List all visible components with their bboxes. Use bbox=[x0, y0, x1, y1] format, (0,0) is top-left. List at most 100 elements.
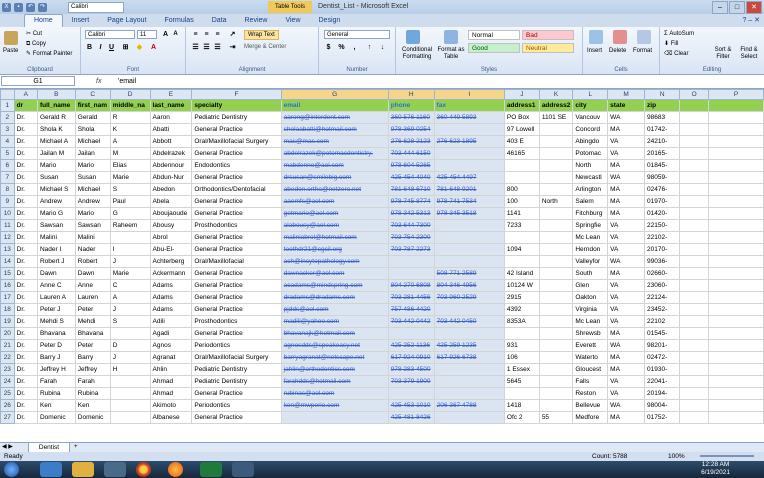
autosum-button[interactable]: Σ AutoSum bbox=[664, 30, 694, 38]
cell[interactable] bbox=[538, 303, 574, 316]
cell[interactable]: city bbox=[572, 99, 609, 112]
italic-button[interactable]: I bbox=[96, 43, 105, 52]
explorer-icon[interactable] bbox=[72, 462, 94, 477]
cell[interactable]: Falls bbox=[572, 375, 609, 388]
cell[interactable] bbox=[538, 123, 574, 136]
format-cells-icon[interactable] bbox=[637, 30, 651, 44]
cell[interactable]: VA bbox=[607, 387, 646, 400]
cell[interactable]: K bbox=[109, 123, 151, 136]
cell[interactable]: Rubina bbox=[74, 387, 111, 400]
indent-icon[interactable]: ⇥ bbox=[228, 43, 237, 52]
cell[interactable] bbox=[433, 327, 505, 340]
cell[interactable]: Abela bbox=[149, 195, 193, 208]
cell[interactable]: 97 Lowell bbox=[503, 123, 540, 136]
cell[interactable]: Orthodontics/Dentofacial bbox=[191, 183, 282, 196]
cell[interactable]: zip bbox=[644, 99, 681, 112]
cell[interactable]: pjdds@aol.com bbox=[280, 303, 389, 316]
cell[interactable] bbox=[503, 231, 540, 244]
column-header[interactable]: H bbox=[387, 89, 435, 100]
row-header[interactable]: 8 bbox=[0, 183, 15, 196]
cell[interactable] bbox=[109, 411, 151, 424]
row-header[interactable]: 27 bbox=[0, 411, 15, 424]
cell[interactable]: Prosthodontics bbox=[191, 315, 282, 328]
cell[interactable]: Susan bbox=[36, 171, 76, 184]
cell[interactable]: Andrew bbox=[74, 195, 111, 208]
cell[interactable] bbox=[538, 399, 574, 412]
cell[interactable] bbox=[109, 387, 151, 400]
cell[interactable]: 978 741 7534 bbox=[433, 195, 505, 208]
cell[interactable] bbox=[679, 207, 710, 220]
cell[interactable]: Mehdi S bbox=[36, 315, 76, 328]
cell[interactable] bbox=[708, 315, 764, 328]
cell[interactable]: Abu-El- bbox=[149, 243, 193, 256]
align-right-icon[interactable]: ☰ bbox=[213, 43, 222, 52]
cell[interactable] bbox=[109, 231, 151, 244]
cell[interactable]: Virginia bbox=[572, 303, 609, 316]
cell[interactable] bbox=[708, 219, 764, 232]
cell[interactable]: rubinas@aol.com bbox=[280, 387, 389, 400]
excel-taskbar-icon[interactable] bbox=[200, 462, 222, 477]
cell[interactable]: General Practice bbox=[191, 327, 282, 340]
cell[interactable]: VA bbox=[607, 147, 646, 160]
cell[interactable]: Marie bbox=[109, 171, 151, 184]
cell[interactable]: Everett bbox=[572, 339, 609, 352]
cell[interactable]: Lauren A bbox=[36, 291, 76, 304]
cell[interactable]: Abdelrazek bbox=[149, 147, 193, 160]
cell[interactable]: J bbox=[109, 255, 151, 268]
cell[interactable]: 98683 bbox=[644, 111, 681, 124]
zoom-level[interactable]: 100% bbox=[668, 452, 685, 461]
merge-center-button[interactable]: Merge & Center bbox=[244, 43, 286, 51]
excel-logo-icon[interactable]: X bbox=[2, 2, 11, 12]
cell[interactable]: MA bbox=[607, 195, 646, 208]
cell[interactable]: Shola bbox=[74, 123, 111, 136]
cell[interactable]: 703 442 0450 bbox=[433, 315, 505, 328]
cell[interactable]: Concord bbox=[572, 123, 609, 136]
cell[interactable]: farahdds@hotmail.com bbox=[280, 375, 389, 388]
cell[interactable]: Dr. bbox=[13, 375, 38, 388]
cell[interactable]: Mario bbox=[36, 159, 76, 172]
cell[interactable]: Bhavana bbox=[36, 327, 76, 340]
cell[interactable]: Newcastl bbox=[572, 171, 609, 184]
fill-button[interactable]: ⬇ Fill bbox=[664, 40, 678, 48]
cell[interactable]: 425 454 4497 bbox=[433, 171, 505, 184]
cell[interactable]: Malini bbox=[36, 231, 76, 244]
cell[interactable]: Endodontics bbox=[191, 159, 282, 172]
cell[interactable]: 42 Island bbox=[503, 267, 540, 280]
cell[interactable]: Dr. bbox=[13, 243, 38, 256]
cell[interactable] bbox=[503, 387, 540, 400]
cell[interactable]: Dr. bbox=[13, 351, 38, 364]
cell[interactable]: 55 bbox=[538, 411, 574, 424]
cell[interactable]: Abrol bbox=[149, 231, 193, 244]
tab-data[interactable]: Data bbox=[203, 15, 236, 27]
column-header[interactable]: D bbox=[109, 89, 151, 100]
cell[interactable]: 100 bbox=[503, 195, 540, 208]
align-middle-icon[interactable]: ≡ bbox=[202, 30, 211, 39]
row-header[interactable]: 20 bbox=[0, 327, 15, 340]
cell[interactable]: Aaron bbox=[149, 111, 193, 124]
column-header[interactable]: E bbox=[149, 89, 193, 100]
row-header[interactable]: 25 bbox=[0, 387, 15, 400]
cell[interactable] bbox=[538, 279, 574, 292]
cell[interactable]: dr bbox=[13, 99, 38, 112]
cell[interactable]: aaemfs@aol.com bbox=[280, 195, 389, 208]
cell[interactable]: 01742- bbox=[644, 123, 681, 136]
cell[interactable]: 617 926 6738 bbox=[433, 351, 505, 364]
cell[interactable]: Dr. bbox=[13, 327, 38, 340]
shrink-font-button[interactable]: A bbox=[171, 30, 180, 39]
cell[interactable]: 276 628 2123 bbox=[387, 135, 435, 148]
cell[interactable]: acadams@mindspring.com bbox=[280, 279, 389, 292]
cell[interactable]: 403 E bbox=[503, 135, 540, 148]
cell[interactable] bbox=[679, 159, 710, 172]
cell[interactable]: 02472- bbox=[644, 351, 681, 364]
cell[interactable]: getmario@aol.com bbox=[280, 207, 389, 220]
cell[interactable] bbox=[708, 147, 764, 160]
cell[interactable] bbox=[280, 411, 389, 424]
cell[interactable]: Potomac bbox=[572, 147, 609, 160]
cell[interactable]: 23452- bbox=[644, 303, 681, 316]
insert-cells-icon[interactable] bbox=[589, 30, 603, 44]
cell[interactable]: Herndon bbox=[572, 243, 609, 256]
cell[interactable]: 5645 bbox=[503, 375, 540, 388]
cell[interactable] bbox=[708, 363, 764, 376]
cell[interactable]: 46165 bbox=[503, 147, 540, 160]
cell[interactable]: Vancouv bbox=[572, 111, 609, 124]
